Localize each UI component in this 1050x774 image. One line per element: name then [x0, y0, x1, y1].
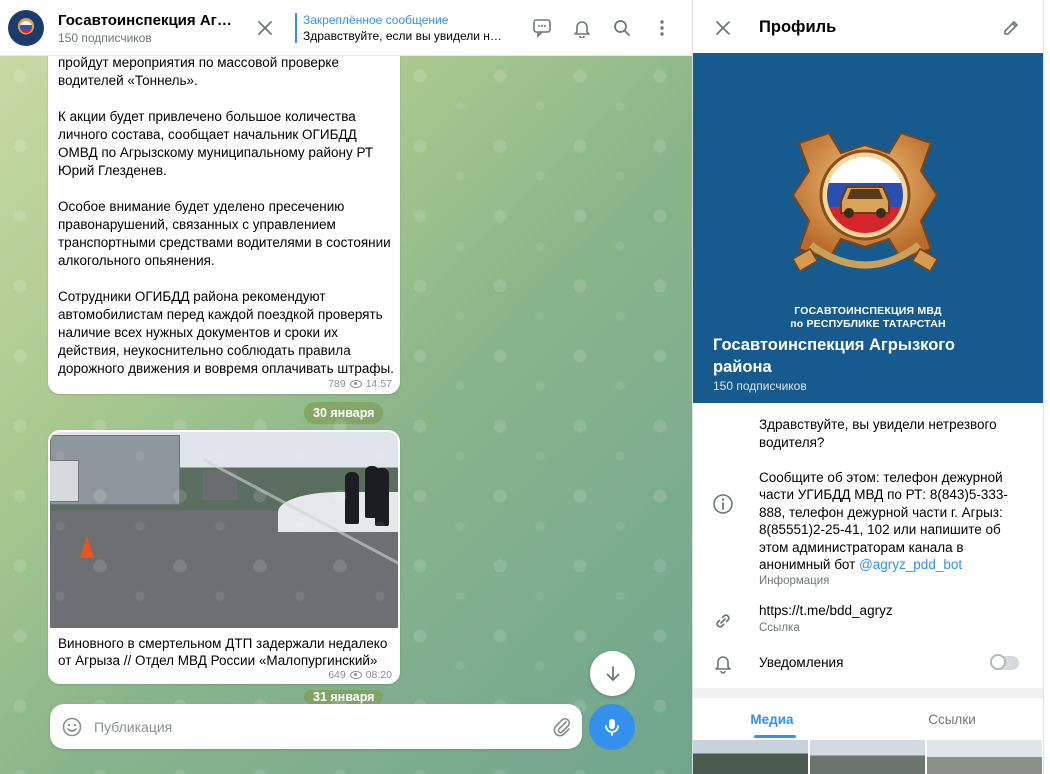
info-text: Здравствуйте, вы увидели нетрезвого води… — [759, 416, 1027, 574]
scroll-to-bottom-button[interactable] — [590, 651, 635, 696]
date-separator: 31 января — [304, 690, 384, 704]
search-button[interactable] — [606, 12, 638, 44]
active-tab-indicator — [754, 735, 796, 738]
media-thumbnail[interactable] — [693, 740, 808, 774]
mute-button[interactable] — [566, 12, 598, 44]
cover-brand-line: ГОСАВТОИНСПЕКЦИЯ МВД — [794, 305, 942, 317]
message-input[interactable] — [94, 716, 534, 738]
eye-icon — [349, 380, 362, 388]
pinned-indicator — [295, 13, 297, 43]
emoji-icon — [62, 717, 82, 737]
eye-icon — [349, 671, 362, 679]
profile-scrollbar-area — [1043, 0, 1050, 774]
photo-person — [375, 468, 389, 526]
view-count: 649 — [328, 669, 346, 681]
message-bubble[interactable]: Виновного в смертельном ДТП задержали не… — [48, 430, 400, 684]
pinned-text[interactable]: Здравствуйте, если вы увидели не… — [303, 29, 503, 43]
media-thumbnail[interactable] — [927, 740, 1042, 774]
tab-links[interactable]: Ссылки — [907, 712, 997, 727]
channel-avatar[interactable] — [8, 10, 44, 46]
message-bubble[interactable]: пройдут мероприятия по массовой проверке… — [48, 40, 400, 394]
info-icon — [713, 494, 733, 514]
profile-title: Профиль — [759, 18, 837, 36]
discussion-button[interactable] — [526, 12, 558, 44]
emoji-button[interactable] — [60, 715, 84, 739]
message-time: 08:20 — [365, 669, 392, 681]
edit-icon — [1004, 21, 1018, 35]
attach-button[interactable] — [550, 715, 574, 739]
info-body: Здравствуйте, вы увидели нетрезвого води… — [759, 417, 1008, 572]
chat-header: Госавтоинспекция Агрыз… 150 подписчиков … — [0, 0, 692, 56]
profile-header: Профиль — [693, 0, 1050, 56]
photo-person — [365, 466, 379, 518]
bell-icon — [574, 21, 590, 38]
message-caption: Виновного в смертельном ДТП задержали не… — [58, 636, 388, 668]
arrow-down-icon — [606, 665, 619, 681]
message-meta: 789 14:57 — [328, 378, 392, 390]
profile-subscriber-count: 150 подписчиков — [713, 379, 807, 393]
chat-background: пройдут мероприятия по массовой проверке… — [0, 40, 692, 774]
link-icon — [716, 614, 730, 628]
close-icon — [716, 21, 730, 35]
cover-brand-line: по РЕСПУБЛИКЕ ТАТАРСТАН — [790, 318, 946, 330]
gai-emblem-logo — [791, 131, 939, 273]
message-text: пройдут мероприятия по массовой проверке… — [58, 55, 394, 376]
photo-traffic-cone — [80, 536, 94, 558]
mic-icon — [605, 719, 619, 736]
photo-truck-distant — [203, 470, 237, 500]
message-time: 14:57 — [365, 378, 392, 390]
bell-icon — [715, 656, 731, 674]
channel-link[interactable]: https://t.me/bdd_agryz — [759, 603, 893, 618]
chat-title[interactable]: Госавтоинспекция Агрыз… — [58, 12, 238, 29]
bot-link[interactable]: @agryz_pdd_bot — [859, 557, 962, 572]
photo-snowbank — [278, 492, 398, 532]
media-thumbnail[interactable] — [810, 740, 925, 774]
search-icon — [614, 20, 630, 36]
chat-pane: пройдут мероприятия по массовой проверке… — [0, 0, 692, 774]
profile-pane: Профиль ГОСАВТОИНСПЕКЦИЯ МВД по РЕСПУБЛИ… — [693, 0, 1050, 774]
section-divider — [693, 688, 1043, 698]
link-caption: Ссылка — [759, 622, 800, 634]
view-count: 789 — [328, 378, 346, 390]
chat-subscriber-count: 150 подписчиков — [58, 31, 152, 45]
edit-button[interactable] — [995, 12, 1027, 44]
date-separator: 30 января — [304, 402, 384, 424]
message-composer — [50, 704, 582, 749]
close-pinned-button[interactable] — [249, 12, 281, 44]
attach-icon — [553, 717, 571, 737]
discussion-icon — [533, 19, 551, 38]
photo-road-marking — [202, 458, 398, 569]
message-meta: 649 08:20 — [328, 669, 392, 681]
notifications-toggle[interactable] — [990, 654, 1019, 670]
more-icon — [660, 20, 664, 36]
voice-record-button[interactable] — [589, 704, 635, 750]
message-photo[interactable] — [50, 432, 398, 628]
close-profile-button[interactable] — [707, 12, 739, 44]
close-icon — [258, 21, 272, 35]
pinned-label[interactable]: Закреплённое сообщение — [303, 13, 448, 27]
profile-cover[interactable]: ГОСАВТОИНСПЕКЦИЯ МВД по РЕСПУБЛИКЕ ТАТАР… — [693, 53, 1043, 403]
photo-person — [345, 472, 359, 524]
info-caption: Информация — [759, 575, 830, 587]
notifications-label: Уведомления — [759, 655, 844, 670]
photo-truck — [50, 435, 180, 505]
more-button[interactable] — [646, 12, 678, 44]
profile-name: Госавтоинспекция Агрызкого района — [713, 336, 956, 376]
tab-media[interactable]: Медиа — [727, 712, 817, 727]
